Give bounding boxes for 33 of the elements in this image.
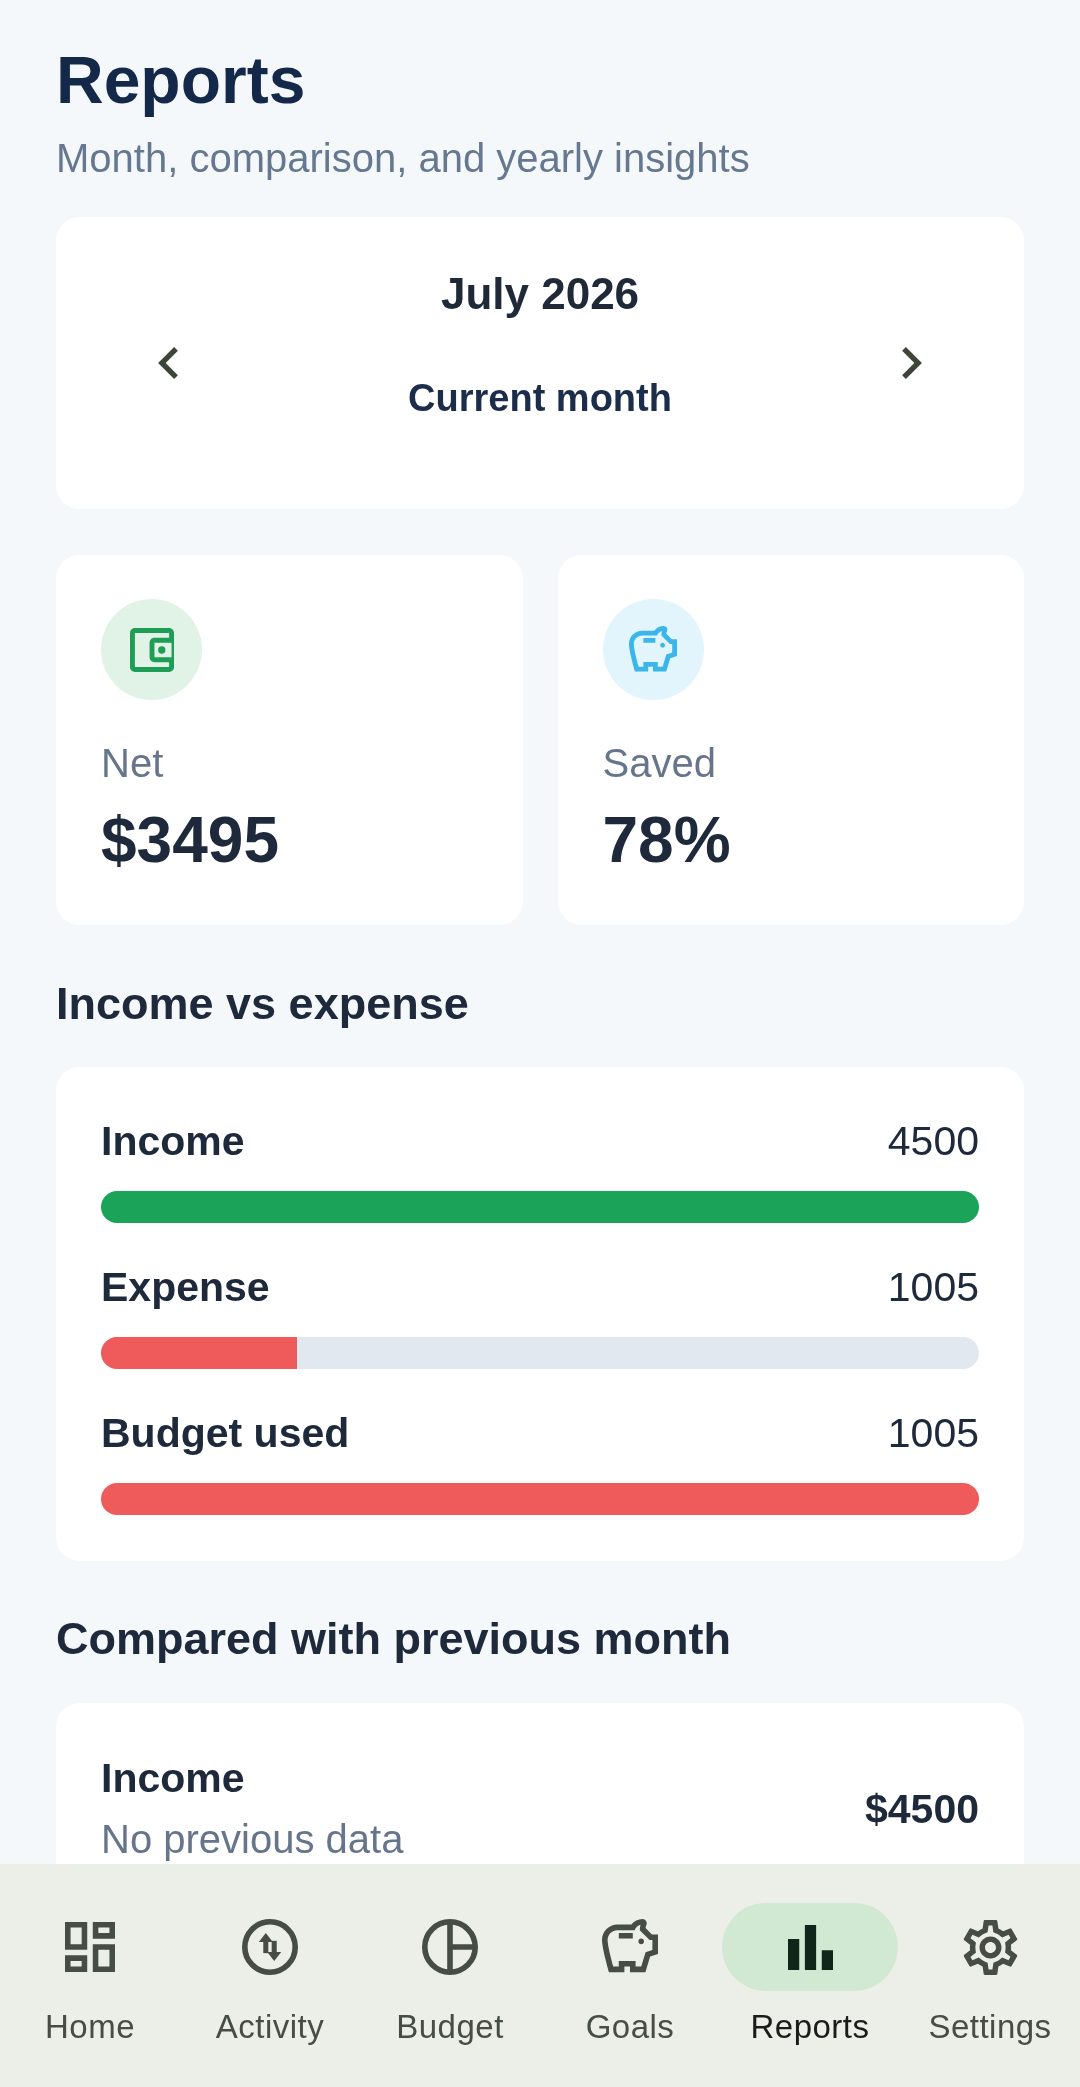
nav-item[interactable]: Goals xyxy=(540,1864,720,2087)
bar-label: Budget used xyxy=(101,1409,350,1457)
summary-value: 78% xyxy=(602,803,731,878)
page-title: Reports xyxy=(56,42,306,119)
nav-item[interactable]: Budget xyxy=(360,1864,540,2087)
bar-value: 1005 xyxy=(887,1409,979,1457)
dashboard-icon xyxy=(65,1922,115,1972)
summary-value: $3495 xyxy=(101,803,279,878)
nav-item[interactable]: Activity xyxy=(180,1864,360,2087)
chevron-left-icon xyxy=(158,347,178,379)
chevron-right-icon xyxy=(902,347,922,379)
nav-item[interactable]: Home xyxy=(0,1864,180,2087)
summary-label: Saved xyxy=(602,740,716,787)
bar-chart-icon xyxy=(787,1924,833,1970)
page-subtitle: Month, comparison, and yearly insights xyxy=(56,135,750,182)
nav-item[interactable]: Reports xyxy=(720,1864,900,2087)
section-title: Compared with previous month xyxy=(56,1612,732,1666)
settings-icon xyxy=(962,1919,1018,1975)
comparison-label: Income xyxy=(101,1754,245,1802)
piggy-bank-icon xyxy=(602,1919,658,1975)
bar-label: Expense xyxy=(101,1263,270,1311)
pie-chart-icon xyxy=(422,1919,478,1975)
comparison-value: $4500 xyxy=(865,1784,979,1833)
month-title: July 2026 xyxy=(440,268,640,320)
comparison-note: No previous data xyxy=(101,1816,404,1863)
section-title: Income vs expense xyxy=(56,977,469,1031)
bar-value: 4500 xyxy=(887,1117,979,1165)
swap-arrows-icon xyxy=(242,1919,298,1975)
nav-item[interactable]: Settings xyxy=(900,1864,1080,2087)
summary-label: Net xyxy=(101,740,164,787)
current-month-button[interactable]: Current month xyxy=(384,360,696,436)
bar-value: 1005 xyxy=(887,1263,979,1311)
bar-label: Income xyxy=(101,1117,245,1165)
